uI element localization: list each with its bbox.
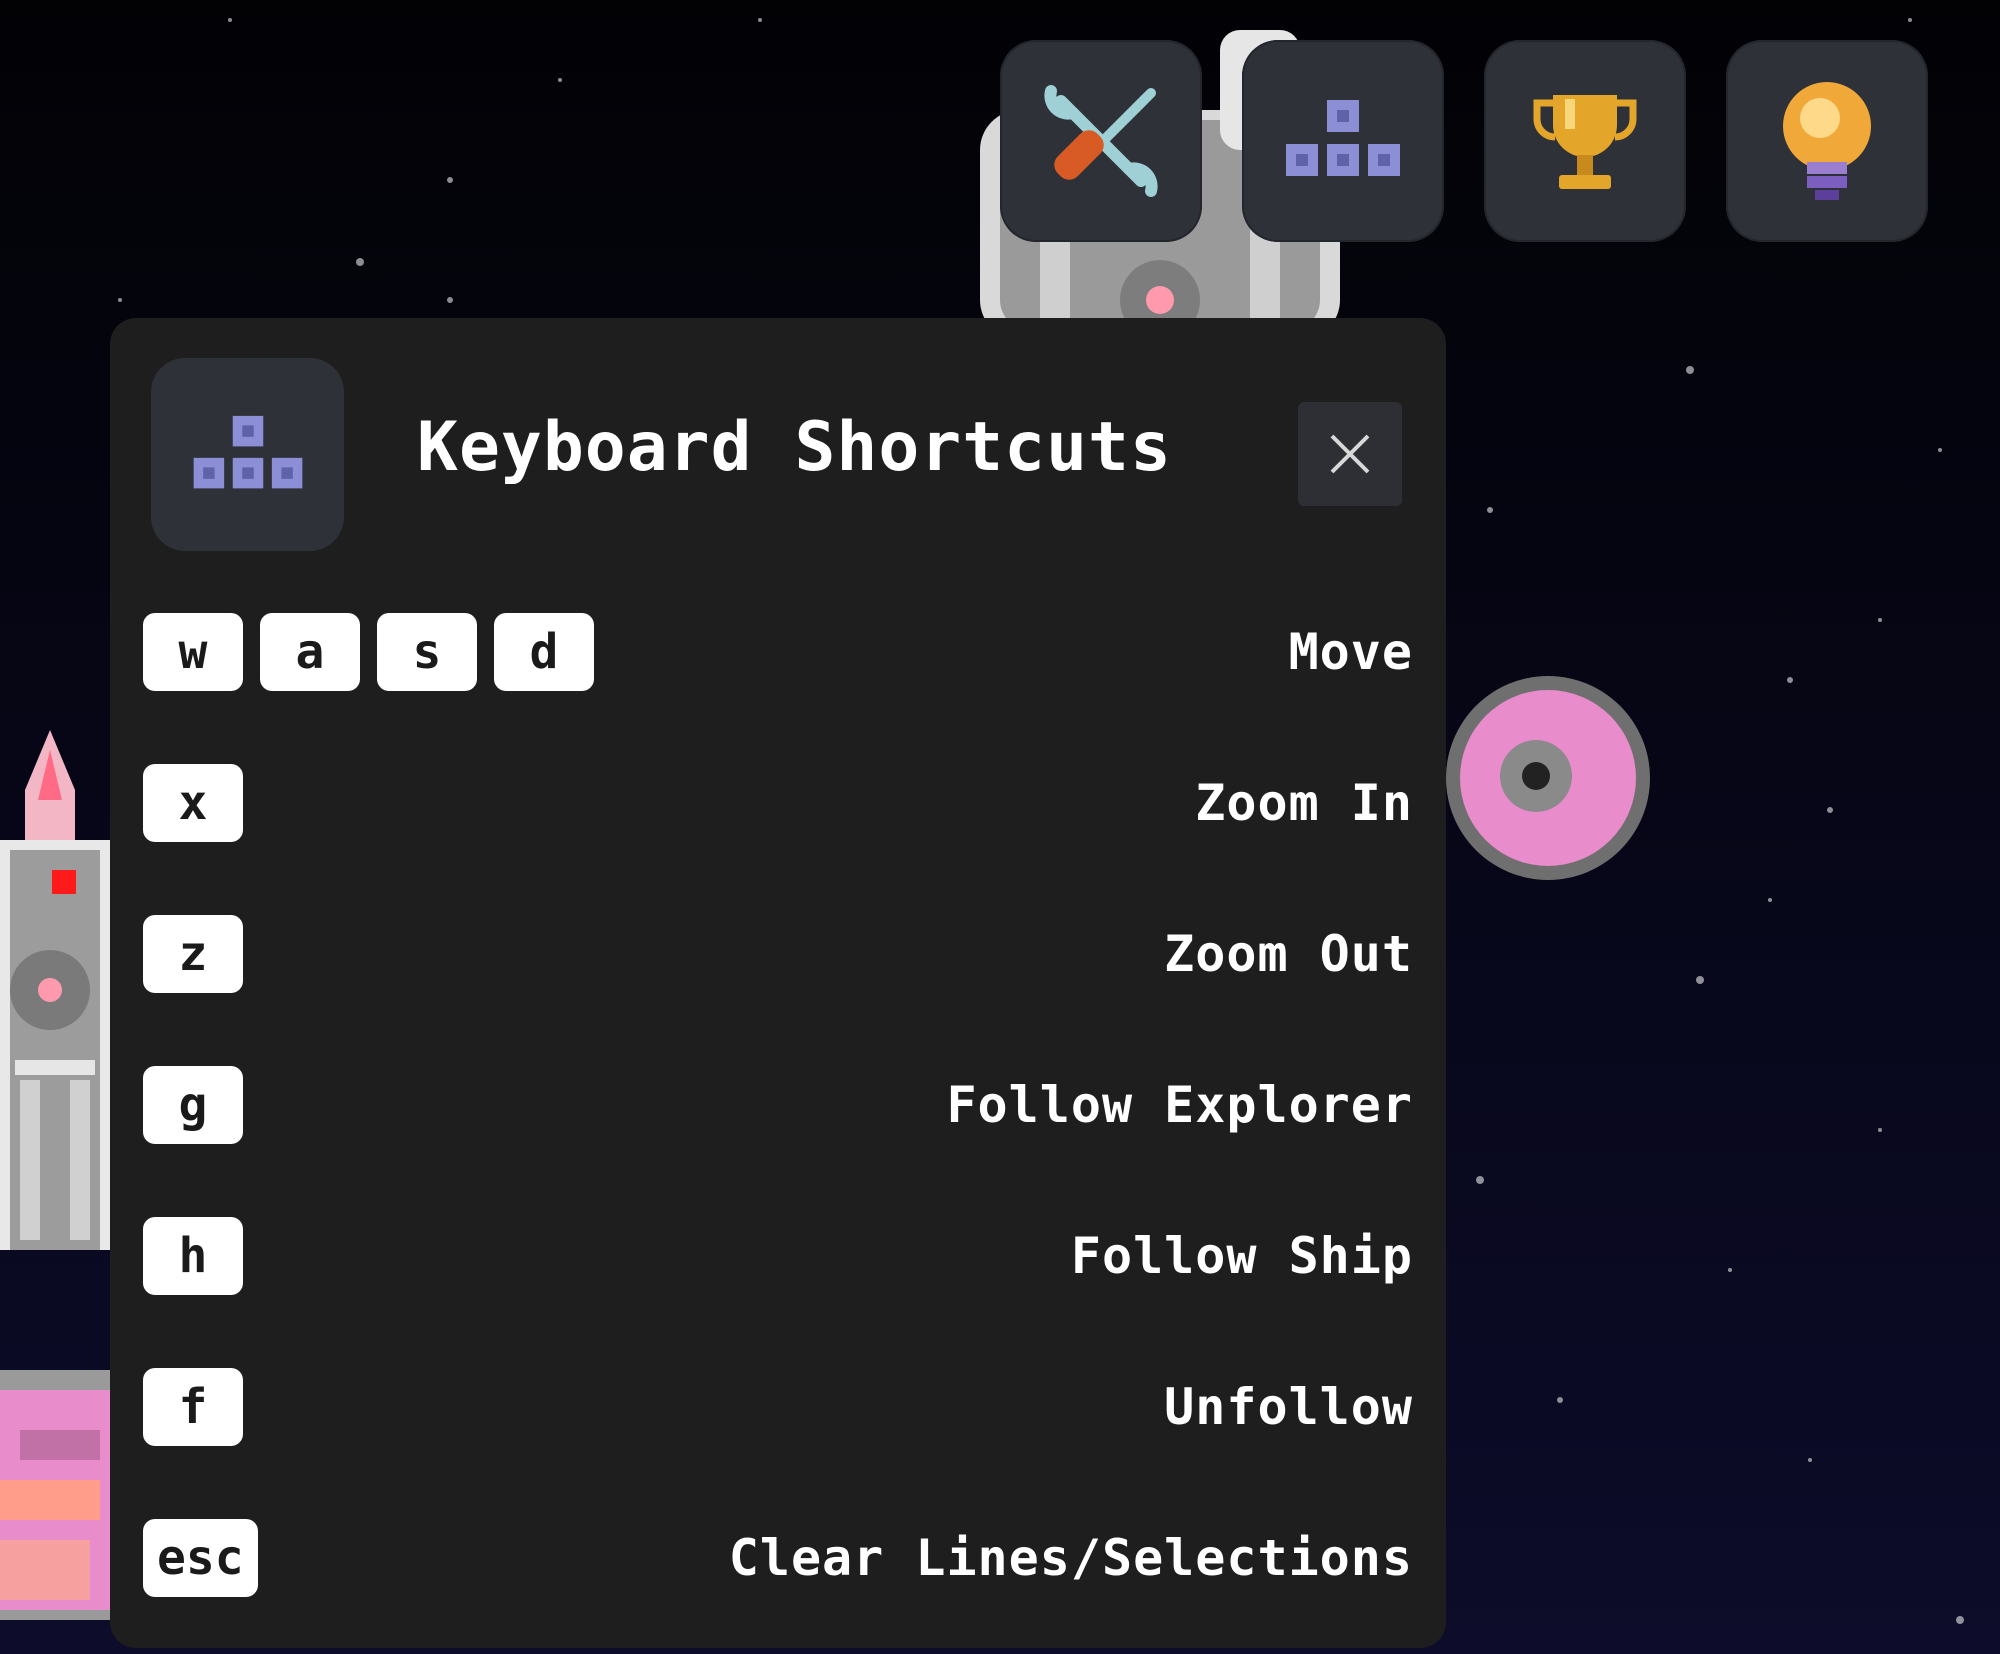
shortcut-row: g Follow Explorer xyxy=(143,1066,1413,1148)
panel-title: Keyboard Shortcuts xyxy=(417,408,1172,487)
keyboard-keys-icon xyxy=(1286,100,1400,176)
planet-sprite xyxy=(0,1370,120,1620)
key-cap: f xyxy=(143,1368,243,1446)
shortcut-action: Zoom In xyxy=(1195,774,1413,832)
shortcut-row: z Zoom Out xyxy=(143,915,1413,997)
shortcut-row: h Follow Ship xyxy=(143,1217,1413,1299)
key-cap: g xyxy=(143,1066,243,1144)
shortcut-action: Clear Lines/Selections xyxy=(728,1529,1413,1587)
trophy-icon xyxy=(1533,95,1637,189)
keyboard-keys-icon xyxy=(193,415,302,488)
shortcut-row: esc Clear Lines/Selections xyxy=(143,1519,1413,1601)
key-cap: w xyxy=(143,613,243,691)
key-group: g xyxy=(143,1066,243,1144)
key-group: h xyxy=(143,1217,243,1295)
planet-sprite xyxy=(1446,676,1650,880)
key-cap: esc xyxy=(143,1519,258,1597)
key-group: z xyxy=(143,915,243,993)
key-group: esc xyxy=(143,1519,258,1597)
key-cap: x xyxy=(143,764,243,842)
lightbulb-icon xyxy=(1783,82,1871,200)
key-group: x xyxy=(143,764,243,842)
shortcut-row: x Zoom In xyxy=(143,764,1413,846)
shortcut-action: Unfollow xyxy=(1164,1378,1413,1436)
shortcut-action: Follow Ship xyxy=(1070,1227,1413,1285)
key-cap: z xyxy=(143,915,243,993)
key-cap: h xyxy=(143,1217,243,1295)
shortcut-row: f Unfollow xyxy=(143,1368,1413,1450)
key-cap: d xyxy=(494,613,594,691)
key-group: w a s d xyxy=(143,613,594,691)
key-group: f xyxy=(143,1368,243,1446)
close-icon xyxy=(1330,434,1370,474)
shortcut-action: Follow Explorer xyxy=(946,1076,1413,1134)
shortcut-row: w a s d Move xyxy=(143,613,1413,695)
ship-sprite xyxy=(0,730,110,1250)
tools-icon xyxy=(1044,85,1158,197)
shortcut-action: Move xyxy=(1288,623,1413,681)
panel-icon-tile xyxy=(151,358,344,551)
keyboard-shortcuts-panel: Keyboard Shortcuts w a s d Move x Zoom I… xyxy=(110,318,1446,1648)
hints-button[interactable] xyxy=(1726,40,1928,242)
keyboard-shortcuts-button[interactable] xyxy=(1242,40,1444,242)
key-cap: s xyxy=(377,613,477,691)
shortcut-action: Zoom Out xyxy=(1164,925,1413,983)
achievements-button[interactable] xyxy=(1484,40,1686,242)
key-cap: a xyxy=(260,613,360,691)
tools-button[interactable] xyxy=(1000,40,1202,242)
close-button[interactable] xyxy=(1298,402,1402,506)
